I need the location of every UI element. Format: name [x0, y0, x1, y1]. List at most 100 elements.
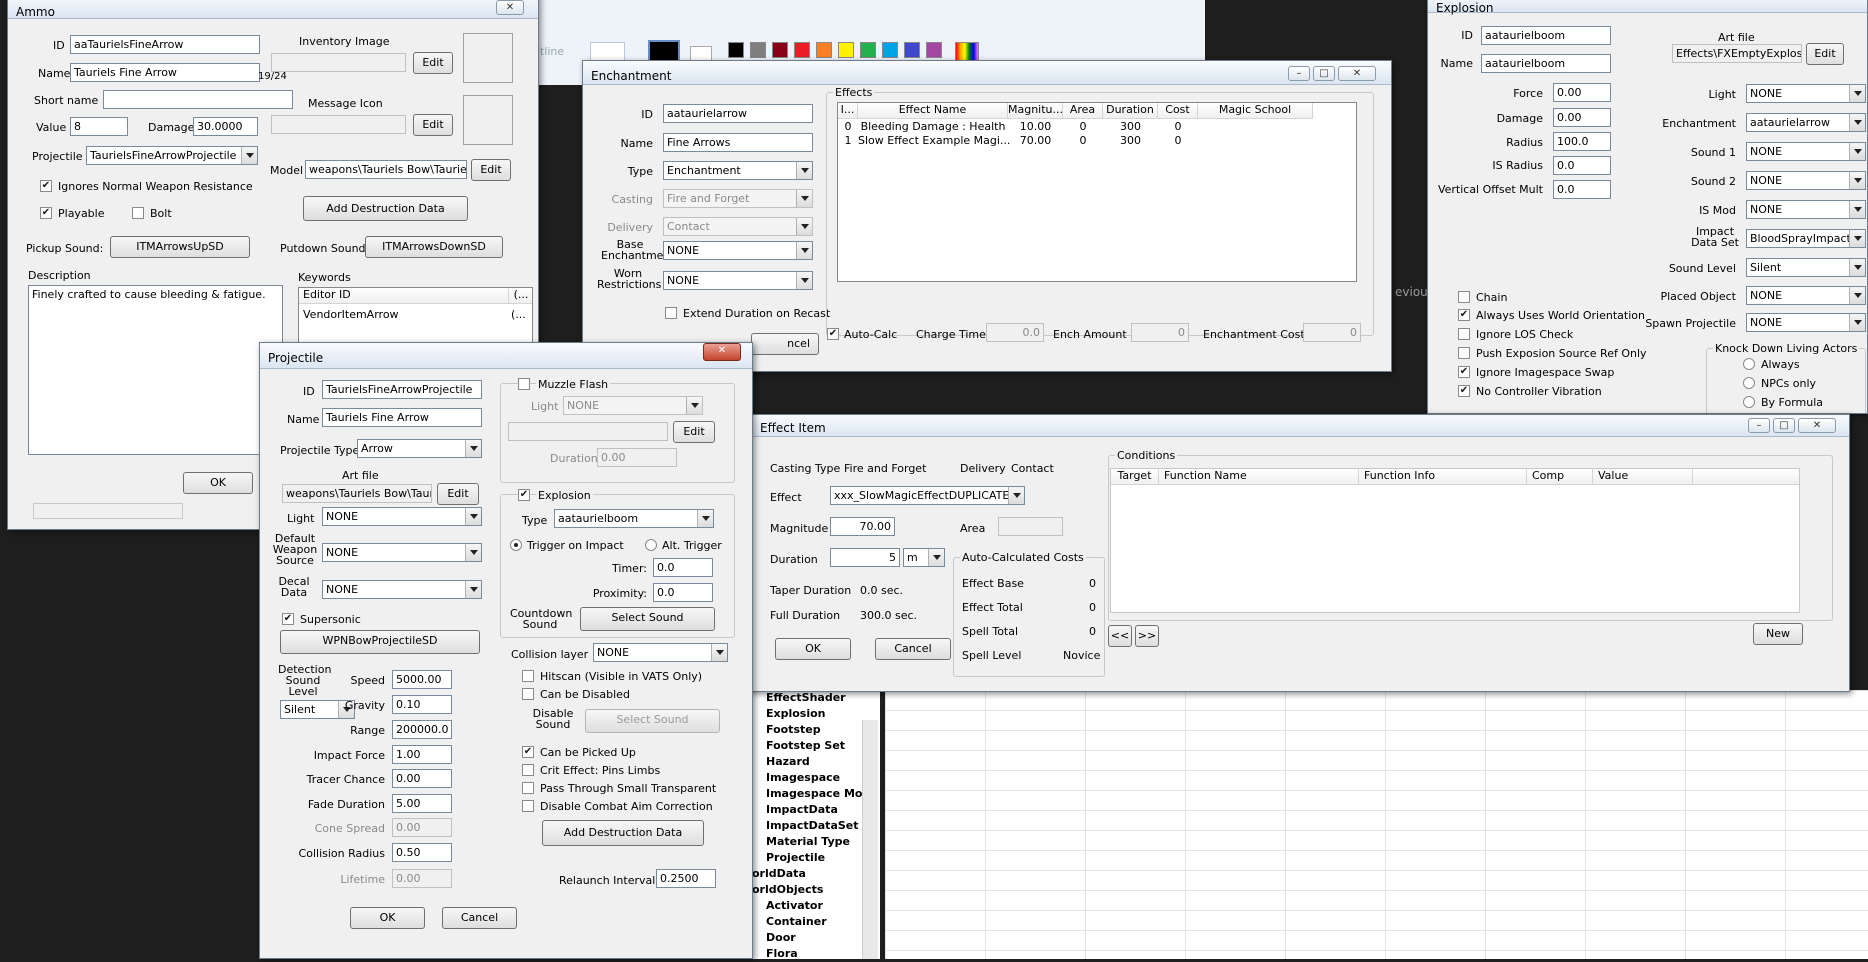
close-icon[interactable]: ✕: [1798, 418, 1836, 433]
alt-trigger-radio[interactable]: [645, 539, 657, 551]
palette-swatch[interactable]: [772, 42, 788, 58]
area-field[interactable]: [998, 517, 1063, 536]
muzzle-duration-field[interactable]: 0.00: [597, 448, 677, 467]
tree-item[interactable]: Container: [766, 914, 827, 930]
no-controller-vibration-checkbox[interactable]: ✔: [1458, 385, 1470, 397]
inventory-image-field[interactable]: [271, 53, 406, 72]
message-icon-field[interactable]: [271, 115, 406, 134]
id-field[interactable]: aataurielboom: [1481, 26, 1611, 45]
projectile-type-select[interactable]: Arrow: [357, 439, 482, 458]
projectile-titlebar[interactable]: Projectile ✕: [260, 343, 752, 369]
pickup-sound-button[interactable]: ITMArrowsUpSD: [110, 236, 250, 258]
close-icon[interactable]: ✕: [1338, 66, 1376, 81]
duration-unit-select[interactable]: m: [903, 548, 945, 567]
tree-item[interactable]: Flora: [766, 946, 798, 962]
ok-button[interactable]: OK: [350, 907, 425, 929]
countdown-select-sound-button[interactable]: Select Sound: [580, 607, 715, 631]
palette-swatch[interactable]: [816, 42, 832, 58]
tree-item[interactable]: orldObjects: [752, 882, 823, 898]
muzzle-edit-button[interactable]: Edit: [673, 421, 715, 443]
auto-calc-checkbox[interactable]: ✔: [827, 328, 839, 340]
radius-field[interactable]: 100.0: [1553, 132, 1611, 151]
impact-force-field[interactable]: 1.00: [392, 745, 452, 764]
decal-data-select[interactable]: NONE: [322, 580, 482, 599]
conditions-column-header[interactable]: Comp: [1527, 469, 1593, 485]
explosion-titlebar[interactable]: Explosion: [1428, 0, 1867, 15]
tree-item[interactable]: Projectile: [766, 850, 825, 866]
tree-item[interactable]: Activator: [766, 898, 823, 914]
kd-npcs-radio[interactable]: [1743, 377, 1755, 389]
description-field[interactable]: Finely crafted to cause bleeding & fatig…: [28, 285, 283, 455]
art-file-field[interactable]: Effects\FXEmptyExplosionA: [1672, 44, 1802, 63]
palette-swatch[interactable]: [860, 42, 876, 58]
ignores-resistance-checkbox[interactable]: ✔: [40, 180, 52, 192]
palette-swatch[interactable]: [882, 42, 898, 58]
close-icon[interactable]: ✕: [703, 343, 741, 361]
proximity-field[interactable]: 0.0: [653, 583, 713, 602]
putdown-sound-button[interactable]: ITMArrowsDownSD: [365, 236, 503, 258]
placed-object-select[interactable]: NONE: [1746, 286, 1866, 305]
enchantment-cost-field[interactable]: 0: [1303, 323, 1361, 342]
close-icon[interactable]: ✕: [496, 0, 524, 15]
conditions-column-header[interactable]: Value: [1593, 469, 1693, 485]
add-destruction-button[interactable]: Add Destruction Data: [542, 820, 704, 846]
tree-item[interactable]: Explosion: [766, 706, 826, 722]
delivery-select[interactable]: Contact: [663, 217, 813, 236]
trigger-on-impact-radio[interactable]: [510, 539, 522, 551]
default-weapon-source-select[interactable]: NONE: [322, 543, 482, 562]
effects-column-header[interactable]: Magic School: [1198, 103, 1313, 119]
relaunch-interval-field[interactable]: 0.2500: [656, 869, 716, 888]
palette-swatch[interactable]: [728, 42, 744, 58]
cancel-button[interactable]: Cancel: [442, 907, 517, 929]
ignore-los-checkbox[interactable]: [1458, 328, 1470, 340]
ench-amount-field[interactable]: 0: [1131, 323, 1189, 342]
conditions-table[interactable]: Target Function Name Function Info Comp …: [1110, 468, 1800, 613]
spawn-projectile-select[interactable]: NONE: [1746, 313, 1866, 332]
is-mod-select[interactable]: NONE: [1746, 200, 1866, 219]
hitscan-checkbox[interactable]: [522, 670, 534, 682]
keywords-column-header[interactable]: (...: [509, 288, 532, 304]
fade-duration-field[interactable]: 5.00: [392, 794, 452, 813]
sound-level-select[interactable]: Silent: [1746, 258, 1866, 277]
next-button[interactable]: >>: [1135, 625, 1159, 647]
muzzle-flash-checkbox[interactable]: [518, 378, 530, 390]
effect-select[interactable]: xxx_SlowMagicEffectDUPLICATE00: [830, 486, 1025, 505]
name-field[interactable]: Tauriels Fine Arrow: [70, 63, 260, 82]
pass-through-checkbox[interactable]: [522, 782, 534, 794]
sound1-select[interactable]: NONE: [1746, 142, 1866, 161]
type-select[interactable]: Enchantment: [663, 161, 813, 180]
message-edit-button[interactable]: Edit: [413, 114, 453, 136]
enchantment-titlebar[interactable]: Enchantment – □ ✕: [583, 61, 1391, 85]
keywords-column-header[interactable]: Editor ID: [299, 288, 509, 304]
tree-item[interactable]: EffectShader: [766, 690, 846, 706]
name-field[interactable]: Tauriels Fine Arrow: [322, 408, 482, 427]
damage-field[interactable]: 30.0000: [193, 117, 258, 136]
effects-column-header[interactable]: Duration: [1103, 103, 1158, 119]
keywords-list[interactable]: Editor ID (... VendorItemArrow (...: [298, 287, 533, 347]
chain-checkbox[interactable]: [1458, 291, 1470, 303]
ok-button[interactable]: OK: [183, 472, 253, 494]
tree-item[interactable]: Footstep: [766, 722, 821, 738]
worn-restrictions-select[interactable]: NONE: [663, 271, 813, 290]
id-field[interactable]: TaurielsFineArrowProjectile: [322, 380, 482, 399]
maximize-icon[interactable]: □: [1313, 66, 1335, 81]
new-button[interactable]: New: [1753, 623, 1803, 645]
tree-item[interactable]: Material Type: [766, 834, 850, 850]
effects-column-header[interactable]: Magnitu...: [1008, 103, 1063, 119]
cancel-button[interactable]: ncel: [751, 333, 819, 355]
minimize-icon[interactable]: –: [1288, 66, 1310, 81]
gravity-field[interactable]: 0.10: [392, 695, 452, 714]
effects-column-header[interactable]: Effect Name: [858, 103, 1008, 119]
kd-always-radio[interactable]: [1743, 358, 1755, 370]
inventory-edit-button[interactable]: Edit: [413, 52, 453, 74]
push-source-checkbox[interactable]: [1458, 347, 1470, 359]
ammo-titlebar[interactable]: Ammo ✕: [8, 0, 538, 19]
range-field[interactable]: 200000.0: [392, 720, 452, 739]
name-field[interactable]: aataurielboom: [1481, 54, 1611, 73]
tree-item[interactable]: Footstep Set: [766, 738, 845, 754]
id-field[interactable]: aataurielarrow: [663, 104, 813, 123]
id-field[interactable]: aaTaurielsFineArrow: [70, 35, 260, 54]
add-destruction-button[interactable]: Add Destruction Data: [303, 196, 468, 221]
can-be-picked-up-checkbox[interactable]: ✔: [522, 746, 534, 758]
tree-item[interactable]: Imagespace: [766, 770, 840, 786]
